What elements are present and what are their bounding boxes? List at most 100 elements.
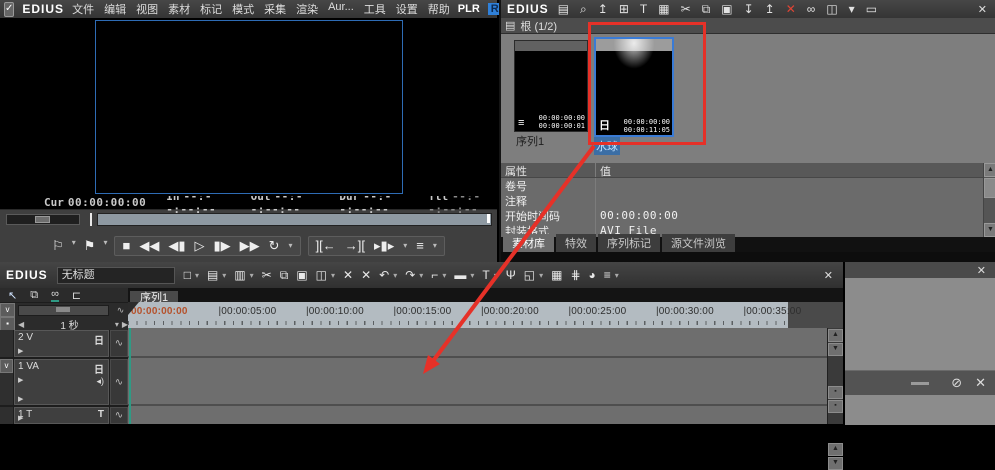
set-out-flag-button[interactable]: ⚑ — [84, 238, 96, 254]
tab-特效[interactable]: 特效 — [556, 234, 596, 252]
bin-close-button[interactable]: ✕ — [974, 3, 991, 16]
scroll-thumb[interactable] — [984, 178, 995, 198]
scrollbar-button[interactable]: ▲ — [828, 329, 843, 342]
menu-item-文件[interactable]: 文件 — [72, 1, 94, 17]
bin-clip[interactable]: ≡ 00:00:00:00 00:00:00:01 序列1 — [514, 40, 590, 150]
property-row[interactable]: 注释 — [501, 192, 995, 209]
display-mode-button[interactable]: ≡ — [416, 238, 424, 253]
position-bar[interactable] — [97, 212, 492, 226]
view-dropdown[interactable]: ▾ — [849, 2, 855, 16]
ruler-scale[interactable]: 00:00:00:00 |00:00:05:00 |00:00:10:00 |00:0… — [128, 302, 801, 328]
zoom-thumb[interactable] — [56, 306, 71, 312]
open-project-icon[interactable]: ▤ — [207, 268, 218, 282]
ripple-delete-icon[interactable]: ✕ — [361, 268, 371, 282]
speaker-icon[interactable]: ◂) — [96, 376, 104, 387]
select-mode-icon[interactable]: ↖ — [8, 289, 17, 302]
multicam-icon[interactable]: ▦ — [551, 268, 562, 282]
track-waveform-button[interactable]: ∿ — [110, 407, 128, 424]
undo-dropdown[interactable]: ▾ — [393, 271, 397, 280]
play-around-cursor-button[interactable]: ▸▮▸ — [374, 238, 394, 254]
add-clip-icon[interactable]: ⊞ — [619, 2, 629, 16]
clip-thumbnail[interactable]: ≡ 00:00:00:00 00:00:00:01 — [514, 40, 588, 132]
track-header[interactable]: 1 VA 日 ▶ ▶ ◂) — [14, 359, 109, 405]
paste-icon[interactable]: ▣ — [721, 2, 732, 16]
rewind-button[interactable]: ◀◀ — [139, 238, 159, 254]
display-dropdown[interactable]: ▾ — [433, 241, 437, 250]
play-dropdown[interactable]: ▾ — [403, 241, 407, 250]
scrollbar-button[interactable]: ▪ — [828, 386, 843, 399]
voiceover-icon[interactable]: Ψ — [506, 268, 516, 282]
timeline-vertical-scrollbar[interactable]: ▲ ▼ ▪ ▪ ▲ ▼ — [827, 328, 843, 470]
stop-button[interactable]: ■ — [122, 238, 130, 253]
menu-item-帮助[interactable]: 帮助 — [428, 1, 450, 17]
track-header[interactable]: 2 V 日 ▶ — [14, 330, 109, 357]
paste-icon[interactable]: ▣ — [296, 268, 307, 282]
properties-icon[interactable]: ∞ — [807, 2, 816, 16]
out-dropdown[interactable]: ▾ — [103, 238, 107, 254]
track-header[interactable]: 1 T T ▶ — [14, 407, 109, 424]
timeline-zoom-slider[interactable] — [18, 304, 109, 316]
plr-mode-button[interactable]: PLR — [458, 3, 480, 15]
track-row-1T[interactable]: 1 T T ▶ ∿ — [0, 407, 128, 424]
ripple-dropdown[interactable]: ▾ — [331, 271, 335, 280]
view-mode-icon[interactable]: ◫ — [826, 2, 837, 16]
goto-in-button[interactable]: ][← — [316, 238, 336, 253]
copy-icon[interactable]: ⧉ — [280, 268, 289, 283]
track-row-1VA[interactable]: v 1 VA 日 ▶ ▶ ◂) ∿ — [0, 359, 128, 405]
play-button[interactable]: ▷ — [194, 238, 204, 254]
fast-forward-button[interactable]: ▶▶ — [240, 238, 260, 254]
new-folder-icon[interactable]: ▤ — [558, 2, 569, 16]
export-icon[interactable]: ◱ — [524, 268, 535, 282]
property-row[interactable]: 卷号 — [501, 177, 995, 194]
timeline-close-button[interactable]: ✕ — [820, 269, 837, 282]
save-dropdown[interactable]: ▾ — [250, 271, 254, 280]
loop-dropdown[interactable]: ▾ — [289, 241, 293, 250]
clip-label[interactable]: 序列1 — [514, 135, 546, 149]
goto-out-button[interactable]: →][ — [345, 238, 365, 253]
track-expander-icon[interactable]: ▶ — [18, 414, 23, 422]
sync-mode-icon[interactable]: ∞ — [51, 288, 59, 302]
property-row[interactable]: 开始时间码 00:00:00:00 — [501, 207, 995, 224]
audio-mixer-icon[interactable]: ⋕ — [570, 268, 580, 282]
set-in-flag-button[interactable]: ⚐ — [52, 238, 64, 254]
layout-dropdown[interactable]: ▾ — [615, 271, 619, 280]
playhead-marker[interactable] — [128, 302, 139, 315]
clip-thumbnail[interactable]: 日 00:00:00:00 00:00:11:05 — [594, 37, 674, 137]
timeline-ruler[interactable]: 00:00:00:00 |00:00:05:00 |00:00:10:00 |00:0… — [128, 302, 843, 328]
menu-item-渲染[interactable]: 渲染 — [296, 1, 318, 17]
copy-icon[interactable]: ⧉ — [702, 2, 711, 17]
color-correction-icon[interactable]: ◕ — [589, 268, 596, 282]
redo-dropdown[interactable]: ▾ — [419, 271, 423, 280]
cut-dropdown[interactable]: ▾ — [470, 271, 474, 280]
lock-button[interactable]: ▪ — [0, 317, 15, 331]
ripple-cut-icon[interactable]: ◫ — [316, 268, 327, 282]
title-dropdown[interactable]: ▾ — [494, 271, 498, 280]
track-row-2V[interactable]: 2 V 日 ▶ ∿ — [0, 330, 128, 357]
loop-playback-button[interactable]: ↻ — [269, 238, 280, 254]
menu-item-设置[interactable]: 设置 — [396, 1, 418, 17]
layout-icon[interactable]: ≡ — [604, 268, 611, 282]
scale-prev-icon[interactable]: ◀ — [18, 320, 24, 329]
menu-item-工具[interactable]: 工具 — [364, 1, 386, 17]
scrollbar-button[interactable]: ▪ — [828, 400, 843, 413]
delete-icon[interactable]: ✕ — [786, 2, 796, 16]
new-sequence-icon[interactable]: □ — [184, 268, 191, 282]
menu-item-采集[interactable]: 采集 — [264, 1, 286, 17]
insert-overwrite-mode-icon[interactable]: ⧉ — [30, 289, 38, 302]
menu-item-视图[interactable]: 视图 — [136, 1, 158, 17]
source-monitor-off-icon[interactable]: ⊘ — [951, 375, 962, 391]
scroll-down-icon[interactable]: ▼ — [984, 223, 995, 237]
track-mute-button[interactable]: v — [0, 359, 13, 373]
clip-label[interactable]: 水球 — [594, 137, 620, 155]
track-expander-icon[interactable]: ▶ — [18, 395, 23, 403]
video-mute-button[interactable]: v — [0, 303, 15, 317]
capture-icon[interactable]: ▭ — [866, 2, 877, 16]
palette-close-button[interactable]: ✕ — [973, 264, 990, 277]
track-waveform-button[interactable]: ∿ — [110, 330, 128, 357]
tab-序列标记[interactable]: 序列标记 — [598, 234, 660, 252]
menu-item-素材[interactable]: 素材 — [168, 1, 190, 17]
send-to-timeline-icon[interactable]: ↧ — [744, 2, 754, 16]
create-title-icon[interactable]: T — [640, 2, 647, 16]
drag-handle[interactable] — [911, 381, 929, 385]
track-waveform-button[interactable]: ∿ — [110, 359, 128, 405]
